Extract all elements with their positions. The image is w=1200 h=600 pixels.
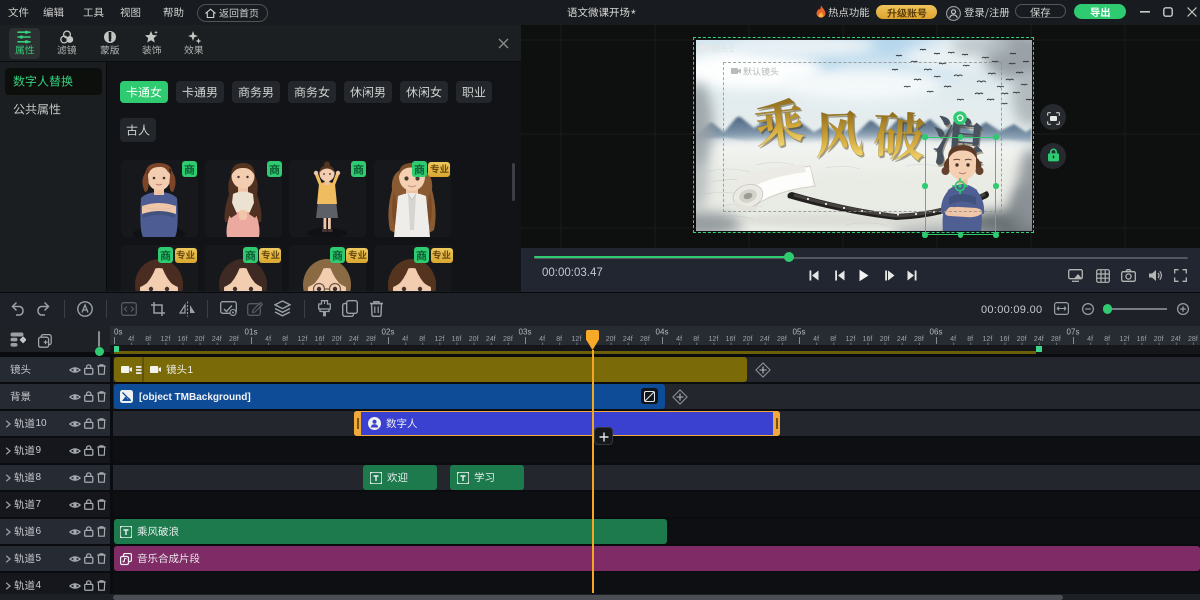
svg-text:8f: 8f (282, 336, 288, 343)
svg-text:28f: 28f (229, 336, 239, 343)
svg-text:4f: 4f (128, 336, 134, 343)
svg-text:8f: 8f (693, 336, 699, 343)
svg-text:28f: 28f (366, 336, 376, 343)
svg-text:02s: 02s (382, 328, 395, 337)
svg-text:24f: 24f (1171, 336, 1181, 343)
svg-text:8f: 8f (1104, 336, 1110, 343)
svg-text:20f: 20f (880, 336, 890, 343)
svg-text:12f: 12f (709, 336, 719, 343)
svg-text:28f: 28f (1188, 336, 1198, 343)
svg-text:24f: 24f (1034, 336, 1044, 343)
svg-text:4f: 4f (1087, 336, 1093, 343)
svg-text:16f: 16f (315, 336, 325, 343)
svg-text:20f: 20f (606, 336, 616, 343)
svg-text:8f: 8f (145, 336, 151, 343)
svg-text:16f: 16f (863, 336, 873, 343)
svg-text:20f: 20f (743, 336, 753, 343)
svg-text:4f: 4f (265, 336, 271, 343)
svg-text:28f: 28f (1051, 336, 1061, 343)
svg-text:0s: 0s (114, 328, 122, 337)
svg-text:01s: 01s (245, 328, 258, 337)
svg-text:8f: 8f (556, 336, 562, 343)
svg-text:20f: 20f (1017, 336, 1027, 343)
svg-text:20f: 20f (195, 336, 205, 343)
svg-text:12f: 12f (435, 336, 445, 343)
svg-text:20f: 20f (469, 336, 479, 343)
svg-text:28f: 28f (777, 336, 787, 343)
svg-text:8f: 8f (830, 336, 836, 343)
svg-text:20f: 20f (1154, 336, 1164, 343)
svg-text:12f: 12f (1120, 336, 1130, 343)
svg-text:20f: 20f (332, 336, 342, 343)
svg-text:12f: 12f (161, 336, 171, 343)
svg-text:06s: 06s (930, 328, 943, 337)
svg-text:28f: 28f (914, 336, 924, 343)
svg-text:24f: 24f (623, 336, 633, 343)
svg-text:4f: 4f (539, 336, 545, 343)
svg-text:24f: 24f (760, 336, 770, 343)
svg-text:28f: 28f (640, 336, 650, 343)
svg-text:16f: 16f (178, 336, 188, 343)
svg-text:4f: 4f (813, 336, 819, 343)
svg-text:24f: 24f (897, 336, 907, 343)
svg-text:28f: 28f (503, 336, 513, 343)
svg-text:05s: 05s (793, 328, 806, 337)
svg-text:12f: 12f (298, 336, 308, 343)
svg-text:03s: 03s (519, 328, 532, 337)
svg-text:12f: 12f (572, 336, 582, 343)
svg-text:8f: 8f (967, 336, 973, 343)
svg-text:16f: 16f (1000, 336, 1010, 343)
svg-text:12f: 12f (983, 336, 993, 343)
svg-text:12f: 12f (846, 336, 856, 343)
svg-text:04s: 04s (656, 328, 669, 337)
svg-text:24f: 24f (486, 336, 496, 343)
svg-text:4f: 4f (402, 336, 408, 343)
svg-text:8f: 8f (419, 336, 425, 343)
svg-text:24f: 24f (349, 336, 359, 343)
svg-text:24f: 24f (212, 336, 222, 343)
svg-text:16f: 16f (1137, 336, 1147, 343)
svg-text:16f: 16f (726, 336, 736, 343)
svg-text:07s: 07s (1067, 328, 1080, 337)
svg-text:16f: 16f (452, 336, 462, 343)
svg-text:4f: 4f (676, 336, 682, 343)
svg-text:4f: 4f (950, 336, 956, 343)
